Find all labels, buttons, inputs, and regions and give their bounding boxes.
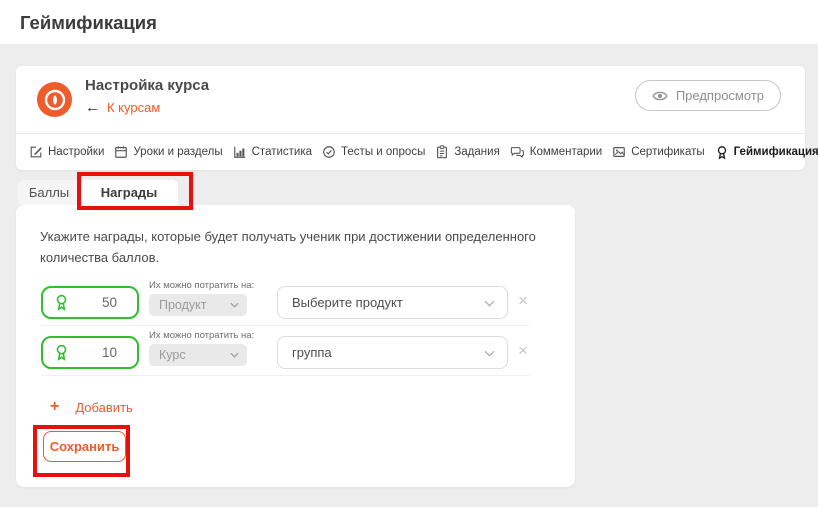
target-value: группа <box>292 345 332 360</box>
tab-settings-label: Настройки <box>48 146 104 158</box>
calendar-icon <box>114 145 128 159</box>
preview-button-label: Предпросмотр <box>676 88 764 103</box>
bar-chart-icon <box>233 145 247 159</box>
points-input[interactable]: 10 <box>41 336 139 369</box>
eye-icon <box>652 90 668 102</box>
target-select[interactable]: Выберите продукт <box>277 286 508 319</box>
spend-type-select[interactable]: Продукт <box>149 294 247 316</box>
course-nav-tabs: Настройки Уроки и разделы Статистика <box>16 134 805 170</box>
clipboard-icon <box>435 145 449 159</box>
medal-icon <box>53 343 70 362</box>
certificate-icon <box>612 145 626 159</box>
edit-icon <box>29 145 43 159</box>
tab-comments[interactable]: Комментарии <box>510 145 602 159</box>
remove-row-icon[interactable]: × <box>518 292 528 309</box>
add-reward-label: Добавить <box>75 400 132 415</box>
page-title: Геймификация <box>0 0 818 46</box>
tab-certificates[interactable]: Сертификаты <box>612 145 704 159</box>
points-input[interactable]: 50 <box>41 286 139 319</box>
rewards-instruction: Укажите награды, которые будет получать … <box>40 226 555 268</box>
plus-icon: + <box>50 398 59 416</box>
spend-type-value: Продукт <box>159 298 207 312</box>
subtab-rewards[interactable]: Награды <box>80 180 178 205</box>
tab-quizzes[interactable]: Тесты и опросы <box>322 145 425 159</box>
course-logo-swirl-icon <box>43 88 67 112</box>
tab-quizzes-label: Тесты и опросы <box>341 146 425 158</box>
tab-assignments[interactable]: Задания <box>435 145 499 159</box>
chevron-down-icon <box>484 300 495 307</box>
points-value: 50 <box>102 295 117 310</box>
subtab-points[interactable]: Баллы <box>18 180 80 205</box>
target-select[interactable]: группа <box>277 336 508 369</box>
spend-type-select[interactable]: Курс <box>149 344 247 366</box>
spend-group: Их можно потратить на: Продукт <box>149 280 249 316</box>
spend-type-value: Курс <box>159 348 186 362</box>
check-circle-icon <box>322 145 336 159</box>
course-settings-card: Настройка курса ← К курсам Предпросмотр … <box>16 66 805 170</box>
tab-statistics[interactable]: Статистика <box>233 145 312 159</box>
app-header: Геймификация <box>0 0 818 44</box>
reward-row: 50 Их можно потратить на: Продукт Выбери… <box>41 284 530 326</box>
target-value: Выберите продукт <box>292 295 403 310</box>
spend-group: Их можно потратить на: Курс <box>149 330 249 366</box>
rewards-card: Укажите награды, которые будет получать … <box>16 205 575 487</box>
add-reward-button[interactable]: + Добавить <box>50 398 133 416</box>
back-link-label: К курсам <box>107 100 160 115</box>
tab-gamification[interactable]: Геймификация <box>715 145 818 160</box>
chevron-down-icon <box>484 350 495 357</box>
save-button[interactable]: Сохранить <box>43 431 126 462</box>
tab-comments-label: Комментарии <box>530 146 602 158</box>
back-to-courses[interactable]: ← К курсам <box>85 99 160 116</box>
tab-statistics-label: Статистика <box>252 146 312 158</box>
points-value: 10 <box>102 345 117 360</box>
spend-label: Их можно потратить на: <box>149 330 249 341</box>
tab-lessons-label: Уроки и разделы <box>133 146 222 158</box>
medal-icon <box>53 293 70 312</box>
chevron-down-icon <box>230 302 239 308</box>
tab-settings[interactable]: Настройки <box>29 145 104 159</box>
back-arrow-icon: ← <box>85 99 100 116</box>
tab-gamification-label: Геймификация <box>734 146 818 158</box>
spend-label: Их можно потратить на: <box>149 280 249 291</box>
reward-row: 10 Их можно потратить на: Курс группа × <box>41 334 530 376</box>
chevron-down-icon <box>230 352 239 358</box>
tab-lessons[interactable]: Уроки и разделы <box>114 145 222 159</box>
remove-row-icon[interactable]: × <box>518 342 528 359</box>
preview-button[interactable]: Предпросмотр <box>635 80 781 111</box>
tab-assignments-label: Задания <box>454 146 499 158</box>
medal-icon <box>715 145 729 160</box>
comments-icon <box>510 145 525 159</box>
course-title: Настройка курса <box>85 77 209 94</box>
tab-certificates-label: Сертификаты <box>631 146 704 158</box>
course-logo <box>37 82 72 117</box>
